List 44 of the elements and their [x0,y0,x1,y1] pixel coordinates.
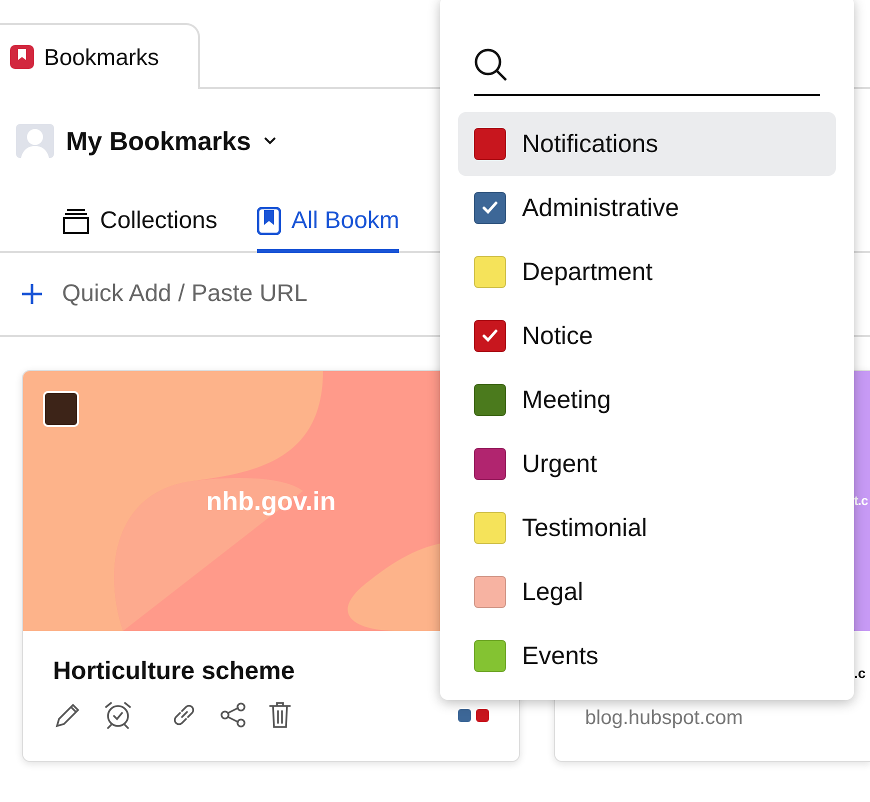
caret-icon[interactable] [262,136,277,146]
search-icon [474,48,508,82]
tag-option[interactable]: Notifications [458,112,836,176]
collections-icon [62,207,90,235]
tag-checkbox[interactable] [474,320,506,352]
tab-title: Bookmarks [44,44,160,70]
bookmark-icon [10,45,34,69]
tag-checkbox[interactable] [474,512,506,544]
tag-label: Notifications [522,130,658,158]
tag-option[interactable]: Events [458,624,836,688]
tag-option[interactable]: Testimonial [458,496,836,560]
bookmark-icon [257,207,282,235]
tag-option[interactable]: Urgent [458,432,836,496]
nav-tab[interactable]: All Bookm [257,193,400,253]
browser-tab[interactable]: Bookmarks [0,23,200,89]
tag-label: Notice [522,322,593,350]
tag-checkbox[interactable] [474,256,506,288]
tag-label: Department [522,258,653,286]
tag-label: Urgent [522,450,598,478]
tag-checkbox[interactable] [474,640,506,672]
tag-option[interactable]: Legal [458,560,836,624]
tag-label: Meeting [522,386,611,414]
tag-label: Administrative [522,194,679,222]
share-icon[interactable] [219,701,247,729]
domain-text: blog.hubspot.com [585,707,743,730]
tag-checkbox[interactable] [474,192,506,224]
tag-option[interactable]: Meeting [458,368,836,432]
tag-checkbox[interactable] [474,448,506,480]
collection-title[interactable]: My Bookmarks [66,126,251,156]
tag-checkbox[interactable] [474,384,506,416]
avatar-icon [16,124,54,158]
tag-checkbox[interactable] [474,576,506,608]
tag-option[interactable]: Administrative [458,176,836,240]
site-label: nhb.gov.in [206,486,336,516]
trash-icon[interactable] [267,700,293,730]
tag-label: Legal [522,578,584,606]
bookmark-title[interactable]: .c [854,665,866,681]
alarm-clock-icon[interactable] [103,700,133,730]
tag-checkbox[interactable] [474,128,506,160]
tag-label: Testimonial [522,514,648,542]
nav-tab[interactable]: Collections [62,193,218,253]
site-label: t.c [854,493,868,508]
tag-label: Events [522,642,598,670]
plus-icon[interactable] [20,282,44,306]
